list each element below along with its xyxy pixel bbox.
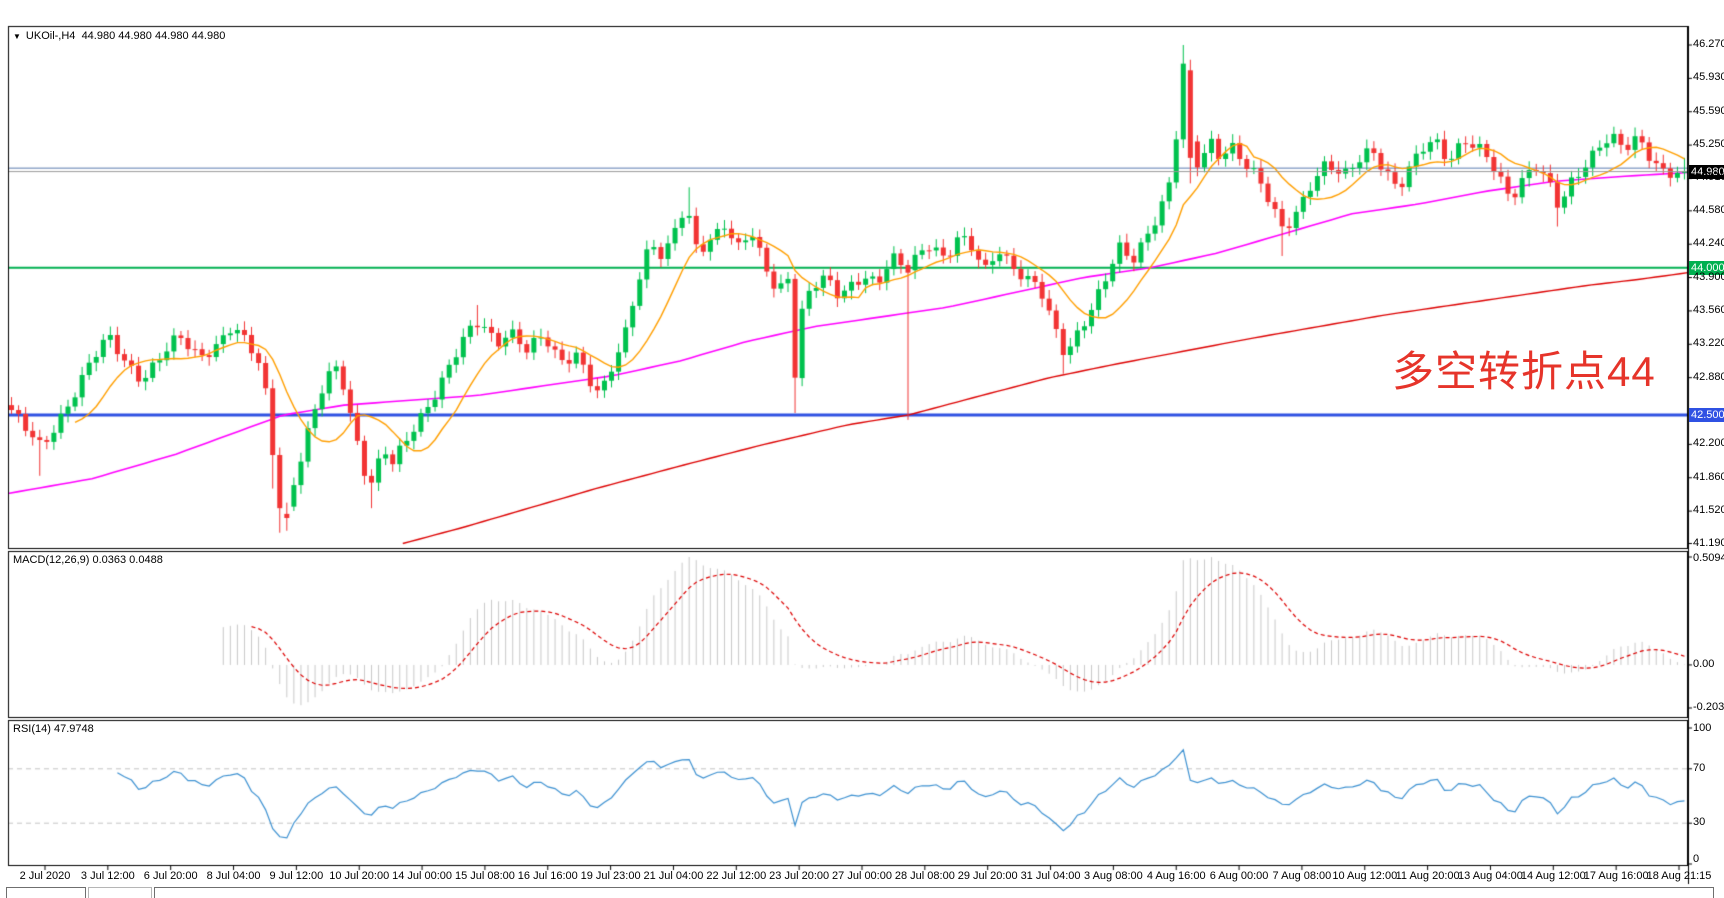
chart-ohlc-values: 44.980 44.980 44.980 44.980 <box>82 30 226 42</box>
price-tick-label: 45.930 <box>1693 71 1724 83</box>
price-tick-label: 42.880 <box>1693 371 1724 383</box>
price-tick-label: 42.200 <box>1693 437 1724 449</box>
price-tick-label: 41.520 <box>1693 504 1724 516</box>
time-axis-label: 7 Aug 08:00 <box>1273 870 1332 882</box>
price-tick-label: 41.860 <box>1693 471 1724 483</box>
time-axis-label: 21 Jul 04:00 <box>643 870 703 882</box>
chart-symbol: UKOil-,H4 <box>26 30 76 42</box>
time-axis-label: 17 Aug 16:00 <box>1584 870 1649 882</box>
price-tick-label: 44.910 <box>1693 171 1724 183</box>
rsi-tick-label: 70 <box>1693 762 1705 774</box>
blue-line-price-badge: 42.500 <box>1689 408 1724 422</box>
time-axis-label: 10 Aug 12:00 <box>1332 870 1397 882</box>
time-axis-label: 22 Jul 12:00 <box>706 870 766 882</box>
price-tick-label: 43.900 <box>1693 271 1724 283</box>
time-axis-label: 6 Jul 20:00 <box>144 870 198 882</box>
time-axis-label: 3 Aug 08:00 <box>1084 870 1143 882</box>
rsi-tick-label: 100 <box>1693 722 1711 734</box>
time-axis-label: 29 Jul 20:00 <box>958 870 1018 882</box>
price-tick-label: 43.560 <box>1693 304 1724 316</box>
time-axis-label: 27 Jul 00:00 <box>832 870 892 882</box>
rsi-tick-label: 30 <box>1693 816 1705 828</box>
chart-title: ▼ UKOil-,H4 44.980 44.980 44.980 44.980 <box>13 30 225 42</box>
time-axis-label: 13 Aug 04:00 <box>1458 870 1523 882</box>
time-axis-label: 18 Aug 21:15 <box>1647 870 1712 882</box>
time-axis-label: 14 Aug 12:00 <box>1521 870 1586 882</box>
trend-annotation-text[interactable]: 多空转折点44 <box>1392 338 1656 399</box>
price-tick-label: 41.190 <box>1693 537 1724 549</box>
time-axis-label: 9 Jul 12:00 <box>269 870 323 882</box>
macd-indicator-label: MACD(12,26,9) 0.0363 0.0488 <box>13 554 163 566</box>
time-axis-label: 28 Jul 08:00 <box>895 870 955 882</box>
time-axis-label: 31 Jul 04:00 <box>1021 870 1081 882</box>
time-axis-label: 19 Jul 23:00 <box>581 870 641 882</box>
time-axis-label: 4 Aug 16:00 <box>1147 870 1206 882</box>
rsi-tick-label: 0 <box>1693 853 1699 865</box>
macd-values: 0.0363 0.0488 <box>92 554 162 566</box>
time-axis-label: 23 Jul 20:00 <box>769 870 829 882</box>
time-axis-label: 16 Jul 16:00 <box>518 870 578 882</box>
macd-tick-label: 0.00 <box>1693 658 1714 670</box>
time-axis-label: 15 Jul 08:00 <box>455 870 515 882</box>
price-tick-label: 44.240 <box>1693 237 1724 249</box>
tab-scroll-area[interactable] <box>154 887 1714 898</box>
time-axis-label: 6 Aug 00:00 <box>1210 870 1269 882</box>
time-axis-label: 3 Jul 12:00 <box>81 870 135 882</box>
chart-tab[interactable] <box>6 887 86 898</box>
time-axis-label: 11 Aug 20:00 <box>1396 870 1460 882</box>
time-axis-label: 10 Jul 20:00 <box>329 870 389 882</box>
price-tick-label: 45.250 <box>1693 138 1724 150</box>
price-tick-label: 43.220 <box>1693 337 1724 349</box>
price-tick-label: 46.270 <box>1693 38 1724 50</box>
macd-tick-label: 0.5094 <box>1693 552 1724 564</box>
mt4-chart-window: ⠿⠿F A T ⇅ ▼ M1M5M15M30H1H4D1W1MN ▼UKOil-… <box>0 0 1724 898</box>
chart-tab[interactable] <box>88 887 152 898</box>
price-tick-label: 45.590 <box>1693 105 1724 117</box>
chart-caret-icon[interactable]: ▼ <box>13 32 21 41</box>
time-axis-label: 14 Jul 00:00 <box>392 870 452 882</box>
macd-tick-label: -0.2032 <box>1693 701 1724 713</box>
chart-canvas[interactable] <box>0 0 1724 898</box>
time-axis-label: 8 Jul 04:00 <box>207 870 261 882</box>
rsi-indicator-label: RSI(14) 47.9748 <box>13 723 94 735</box>
time-axis-label: 2 Jul 2020 <box>20 870 71 882</box>
price-tick-label: 44.580 <box>1693 204 1724 216</box>
rsi-value: 47.9748 <box>54 723 94 735</box>
